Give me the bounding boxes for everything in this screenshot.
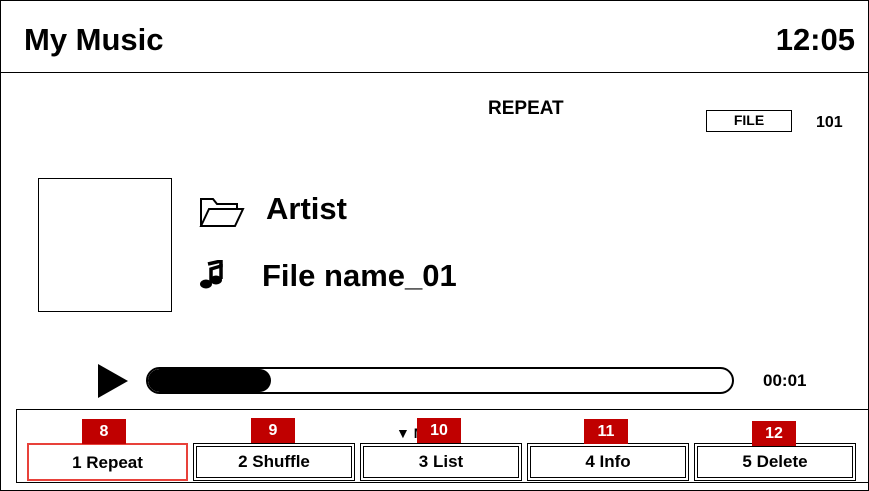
- app-title: My Music: [24, 22, 164, 57]
- callout-tag: 10: [417, 418, 461, 443]
- source-badge: FILE: [706, 110, 792, 132]
- progress-fill: [148, 369, 271, 392]
- delete-softkey[interactable]: 5 Delete: [694, 443, 856, 481]
- shuffle-softkey[interactable]: 2 Shuffle: [193, 443, 355, 481]
- clock: 12:05: [775, 22, 855, 57]
- play-icon[interactable]: [98, 364, 128, 398]
- file-name: File name_01: [262, 258, 457, 293]
- callout-tag: 9: [251, 418, 295, 443]
- list-softkey[interactable]: 3 List: [360, 443, 522, 481]
- callout-tag: 11: [584, 419, 628, 444]
- repeat-softkey[interactable]: 1 Repeat: [27, 443, 188, 481]
- file-count: 101: [816, 114, 843, 131]
- artist-name: Artist: [266, 191, 347, 226]
- callout-tag: 12: [752, 421, 796, 446]
- music-note-icon: [200, 260, 223, 289]
- progress-bar[interactable]: [146, 367, 734, 394]
- callout-tag: 8: [82, 419, 126, 444]
- header-bar: My Music 12:05: [0, 0, 869, 73]
- elapsed-time: 00:01: [763, 371, 807, 390]
- play-mode-label: REPEAT: [488, 98, 564, 119]
- info-softkey[interactable]: 4 Info: [527, 443, 689, 481]
- album-art: [38, 178, 172, 312]
- folder-icon: [199, 198, 245, 227]
